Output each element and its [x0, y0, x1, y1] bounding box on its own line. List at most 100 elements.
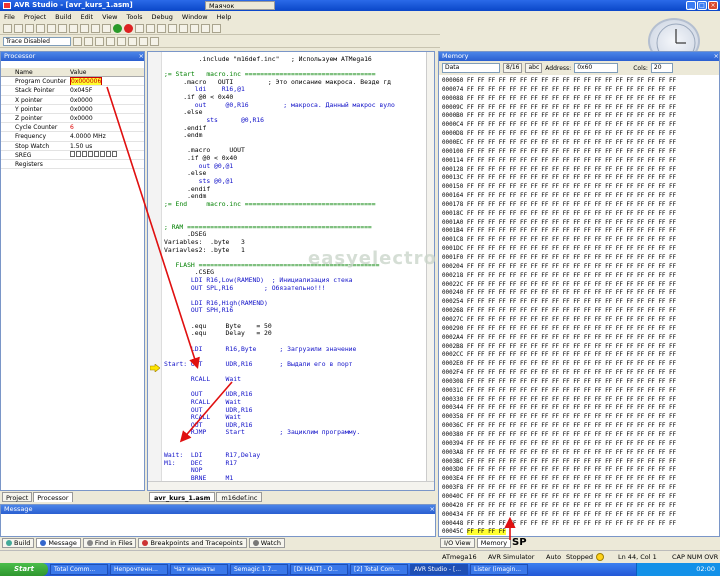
tab-m16def-inc[interactable]: m16def.inc [216, 492, 263, 502]
memory-bytes[interactable]: FF FF FF FF FF FF FF FF FF FF FF FF FF F… [467, 352, 676, 358]
trace-option-icon[interactable] [117, 36, 126, 46]
memory-bytes[interactable]: FF FF FF FF FF FF FF FF FF FF FF FF FF F… [467, 344, 676, 350]
taskbar-item[interactable]: Чат комнаты [170, 564, 228, 575]
memory-row[interactable]: 000150 FF FF FF FF FF FF FF FF FF FF FF … [442, 183, 676, 192]
memory-bytes[interactable]: FF FF FF FF FF FF FF FF FF FF FF FF FF F… [467, 379, 676, 385]
memory-bytes[interactable]: FF FF FF FF FF FF FF FF FF FF FF FF FF F… [467, 273, 676, 279]
redo-icon[interactable] [80, 23, 89, 33]
memory-bytes[interactable]: FF FF FF FF FF FF FF FF FF FF FF FF FF F… [467, 78, 676, 84]
memory-row[interactable]: 000178 FF FF FF FF FF FF FF FF FF FF FF … [442, 201, 676, 210]
memory-row[interactable]: 000268 FF FF FF FF FF FF FF FF FF FF FF … [442, 307, 676, 316]
table-row[interactable]: Registers [1, 160, 144, 170]
memory-row[interactable]: 000074 FF FF FF FF FF FF FF FF FF FF FF … [442, 86, 676, 95]
stop-icon[interactable] [124, 23, 133, 33]
table-row[interactable]: SREG [1, 150, 144, 160]
memory-bytes[interactable]: FF FF FF FF FF FF FF FF FF FF FF FF FF F… [467, 503, 676, 509]
copy-icon[interactable] [47, 23, 56, 33]
breakpoint-icon[interactable] [190, 23, 199, 33]
memory-row[interactable]: 0003BC FF FF FF FF FF FF FF FF FF FF FF … [442, 458, 676, 467]
undo-icon[interactable] [69, 23, 78, 33]
watch-icon[interactable] [201, 23, 210, 33]
memory-bytes[interactable]: FF FF FF FF FF FF FF FF FF FF FF FF FF F… [467, 167, 676, 173]
new-file-icon[interactable] [3, 23, 12, 33]
memory-bytes[interactable]: FF FF FF FF FF FF FF FF FF FF FF FF FF F… [467, 423, 676, 429]
open-file-icon[interactable] [14, 23, 23, 33]
memory-bytes[interactable]: FF FF FF FF FF FF FF FF FF FF FF FF FF F… [467, 246, 676, 252]
memory-row[interactable]: 000060 FF FF FF FF FF FF FF FF FF FF FF … [442, 77, 676, 86]
maximize-button[interactable]: □ [697, 1, 707, 10]
trace-option-icon[interactable] [106, 36, 115, 46]
table-row[interactable]: Z pointer 0x0000 [1, 114, 144, 124]
memory-row[interactable]: 000204 FF FF FF FF FF FF FF FF FF FF FF … [442, 263, 676, 272]
memory-row[interactable]: 00027C FF FF FF FF FF FF FF FF FF FF FF … [442, 316, 676, 325]
memory-row[interactable]: 0001C8 FF FF FF FF FF FF FF FF FF FF FF … [442, 236, 676, 245]
trace-option-icon[interactable] [95, 36, 104, 46]
cols-select[interactable]: 20 [650, 63, 673, 73]
menu-view[interactable]: View [102, 13, 117, 21]
tab-breakpoints[interactable]: Breakpoints and Tracepoints [138, 538, 247, 548]
taskbar-item[interactable]: [2] Total Com... [350, 564, 408, 575]
memory-bytes[interactable]: FF FF FF FF FF FF FF FF FF FF FF FF FF F… [467, 264, 676, 270]
trace-option-icon[interactable] [139, 36, 148, 46]
memory-bytes[interactable]: FF FF FF FF FF FF FF FF FF FF FF FF FF F… [467, 122, 676, 128]
memory-row[interactable]: 0002A4 FF FF FF FF FF FF FF FF FF FF FF … [442, 334, 676, 343]
memory-row[interactable]: 00022C FF FF FF FF FF FF FF FF FF FF FF … [442, 281, 676, 290]
memory-row[interactable]: 000420 FF FF FF FF FF FF FF FF FF FF FF … [442, 502, 676, 511]
memory-row[interactable]: 00036C FF FF FF FF FF FF FF FF FF FF FF … [442, 422, 676, 431]
editor-horizontal-scrollbar[interactable] [148, 481, 434, 490]
memory-bytes[interactable]: FF FF FF FF FF FF FF FF FF FF FF FF FF F… [467, 432, 676, 438]
memory-space-select[interactable]: Data [442, 63, 500, 73]
table-row[interactable]: X pointer 0x0000 [1, 96, 144, 105]
run-icon[interactable] [113, 23, 122, 33]
address-input[interactable]: 0x60 [574, 63, 619, 73]
memory-bytes[interactable]: FF FF FF FF FF FF FF FF FF FF FF FF FF F… [467, 184, 676, 190]
memory-bytes[interactable]: FF FF FF FF FF FF FF FF FF FF FF FF FF F… [467, 326, 676, 332]
close-button[interactable]: × [708, 1, 718, 10]
memory-row[interactable]: 000240 FF FF FF FF FF FF FF FF FF FF FF … [442, 289, 676, 298]
memory-row[interactable]: 0000D8 FF FF FF FF FF FF FF FF FF FF FF … [442, 130, 676, 139]
menu-file[interactable]: File [4, 13, 15, 21]
memory-row[interactable]: 000088 FF FF FF FF FF FF FF FF FF FF FF … [442, 95, 676, 104]
memory-row[interactable]: 0000B0 FF FF FF FF FF FF FF FF FF FF FF … [442, 112, 676, 121]
run-to-cursor-icon[interactable] [168, 23, 177, 33]
memory-bytes[interactable]: FF FF FF FF FF FF FF FF FF FF FF FF FF F… [467, 237, 676, 243]
taskbar-item[interactable]: AVR Studio - [... [410, 564, 468, 575]
trace-option-icon[interactable] [128, 36, 137, 46]
memory-bytes[interactable]: FF FF FF FF FF FF FF FF FF FF FF FF FF F… [467, 131, 676, 137]
memory-bytes[interactable]: FF FF FF FF FF FF FF FF FF FF FF FF FF F… [467, 87, 676, 93]
menu-debug[interactable]: Debug [152, 13, 173, 21]
editor-gutter[interactable] [148, 52, 162, 490]
memory-bytes[interactable]: FF FF FF FF FF FF FF FF FF FF FF FF FF F… [467, 96, 676, 102]
memory-row[interactable]: 000254 FF FF FF FF FF FF FF FF FF FF FF … [442, 298, 676, 307]
memory-row[interactable]: 000380 FF FF FF FF FF FF FF FF FF FF FF … [442, 431, 676, 440]
memory-bytes[interactable]: FF FF FF FF FF FF FF FF FF FF FF FF FF F… [467, 105, 676, 111]
memory-bytes[interactable]: FF FF FF FF FF FF FF FF FF FF FF FF FF F… [467, 220, 676, 226]
memory-bytes[interactable]: FF FF FF FF FF FF FF FF FF FF FF FF FF F… [467, 414, 676, 420]
reg-value[interactable]: 0x0000 [68, 96, 144, 104]
code-editor[interactable]: .include "m16def.inc" ; Используем ATMeg… [147, 51, 435, 491]
memory-bytes[interactable]: FF FF FF FF FF FF FF FF FF FF FF FF FF F… [467, 467, 676, 473]
memory-row[interactable]: 0002E0 FF FF FF FF FF FF FF FF FF FF FF … [442, 360, 676, 369]
memory-row[interactable]: 0002CC FF FF FF FF FF FF FF FF FF FF FF … [442, 351, 676, 360]
memory-row[interactable]: 000434 FF FF FF FF FF FF FF FF FF FF FF … [442, 511, 676, 520]
width-toggle-button[interactable]: 8/16 [503, 63, 523, 73]
table-row[interactable]: Frequency 4.0000 MHz [1, 132, 144, 142]
menu-window[interactable]: Window [182, 13, 208, 21]
memory-bytes[interactable]: FF FF FF FF FF FF FF FF FF FF FF FF FF F… [467, 335, 676, 341]
memory-row[interactable]: 000394 FF FF FF FF FF FF FF FF FF FF FF … [442, 440, 676, 449]
menu-project[interactable]: Project [24, 13, 46, 21]
memory-row[interactable]: 000308 FF FF FF FF FF FF FF FF FF FF FF … [442, 378, 676, 387]
tab-processor[interactable]: Processor [33, 492, 73, 502]
tab-project[interactable]: Project [2, 492, 33, 502]
memory-row[interactable]: 000128 FF FF FF FF FF FF FF FF FF FF FF … [442, 166, 676, 175]
memory-bytes[interactable]: FF FF FF FF FF FF FF FF FF FF FF FF FF F… [467, 441, 676, 447]
menu-build[interactable]: Build [55, 13, 71, 21]
memory-bytes[interactable]: FF FF FF FF FF FF FF FF FF FF FF FF FF F… [467, 512, 676, 518]
memory-row[interactable]: 000330 FF FF FF FF FF FF FF FF FF FF FF … [442, 396, 676, 405]
memory-row[interactable]: 00031C FF FF FF FF FF FF FF FF FF FF FF … [442, 387, 676, 396]
tab-avr-kurs-asm[interactable]: avr_kurs_1.asm [149, 492, 216, 502]
memory-bytes[interactable]: FF FF FF FF FF FF FF FF FF FF FF FF FF F… [467, 521, 676, 527]
close-icon[interactable]: × [714, 52, 719, 61]
taskbar-item[interactable]: Semagic 1.7... [230, 564, 288, 575]
trace-option-icon[interactable] [150, 36, 159, 46]
